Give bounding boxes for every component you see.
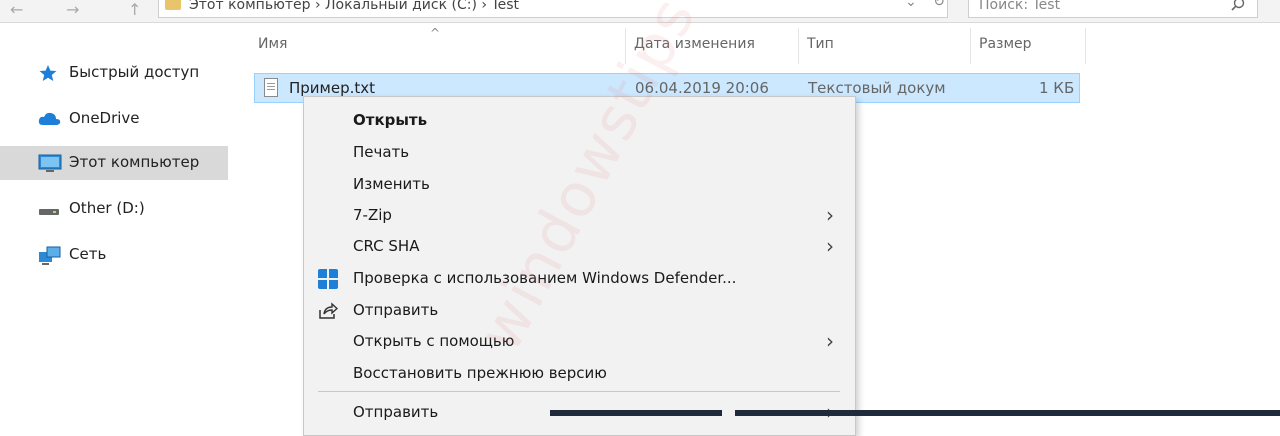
back-button[interactable]: ← (10, 0, 23, 19)
search-input[interactable]: Поиск: Test (968, 0, 1258, 18)
chevron-right-icon: › (826, 203, 834, 227)
column-divider[interactable] (798, 28, 799, 64)
menu-item-print[interactable]: Печать (304, 137, 855, 168)
navigation-pane: Быстрый доступ OneDrive Этот компьютер O… (0, 22, 232, 416)
menu-item-label: Отправить (353, 301, 439, 319)
context-menu: Открыть Печать Изменить 7-Zip › CRC SHA … (303, 96, 856, 436)
menu-item-share[interactable]: Отправить (304, 295, 855, 326)
sort-ascending-icon: ^ (430, 26, 441, 40)
menu-item-crc-sha[interactable]: CRC SHA › (304, 231, 855, 262)
folder-icon (165, 0, 181, 10)
menu-item-label: Отправить (353, 403, 439, 421)
column-divider[interactable] (625, 28, 626, 64)
menu-item-label: Изменить (353, 175, 430, 193)
menu-item-label: CRC SHA (353, 237, 420, 255)
forward-button[interactable]: → (66, 0, 79, 19)
menu-item-label: Восстановить прежнюю версию (353, 364, 607, 382)
menu-item-label: Открыть (353, 111, 428, 129)
file-date: 06.04.2019 20:06 (635, 79, 769, 97)
share-icon (318, 301, 339, 321)
sidebar-item-other-d[interactable]: Other (D:) (0, 192, 228, 226)
menu-item-label: Печать (353, 143, 410, 161)
column-divider[interactable] (970, 28, 971, 64)
sidebar-item-label: Other (D:) (69, 199, 145, 217)
sidebar-item-label: Сеть (69, 245, 107, 263)
menu-item-open[interactable]: Открыть (304, 105, 855, 136)
menu-item-label: Открыть с помощью (353, 332, 515, 350)
chevron-right-icon: › (826, 329, 834, 353)
refresh-icon[interactable]: ↻ (933, 0, 945, 10)
sidebar-item-label: OneDrive (69, 109, 140, 127)
column-header-date[interactable]: Дата изменения (634, 36, 755, 52)
menu-item-open-with[interactable]: Открыть с помощью › (304, 326, 855, 357)
menu-item-edit[interactable]: Изменить (304, 169, 855, 200)
address-path: Этот компьютер › Локальный диск (C:) › T… (189, 0, 519, 13)
address-controls: ⌄ ↻ (905, 0, 945, 10)
menu-item-restore-previous[interactable]: Восстановить прежнюю версию (304, 358, 855, 389)
sidebar-item-this-pc[interactable]: Этот компьютер (0, 146, 228, 180)
menu-separator (318, 391, 840, 392)
chevron-down-icon[interactable]: ⌄ (905, 0, 917, 10)
taskbar-edge (550, 410, 722, 416)
sidebar-item-network[interactable]: Сеть (0, 238, 228, 272)
windows-defender-icon (318, 269, 338, 289)
file-name: Пример.txt (289, 79, 376, 97)
menu-item-label: Проверка с использованием Windows Defend… (353, 269, 737, 287)
menu-item-defender-scan[interactable]: Проверка с использованием Windows Defend… (304, 263, 855, 294)
taskbar-edge (735, 410, 1280, 416)
address-bar[interactable]: Этот компьютер › Локальный диск (C:) › T… (158, 0, 948, 18)
menu-item-7zip[interactable]: 7-Zip › (304, 200, 855, 231)
network-icon (38, 246, 61, 265)
column-divider[interactable] (1085, 28, 1086, 64)
sidebar-item-quick-access[interactable]: Быстрый доступ (0, 56, 228, 90)
column-header-name[interactable]: Имя (258, 36, 287, 52)
column-header-type[interactable]: Тип (807, 36, 834, 52)
chevron-right-icon: › (826, 234, 834, 258)
sidebar-item-label: Этот компьютер (69, 153, 200, 171)
up-button[interactable]: ↑ (128, 0, 141, 19)
column-header-size[interactable]: Размер (979, 36, 1032, 52)
sidebar-item-onedrive[interactable]: OneDrive (0, 102, 228, 136)
address-toolbar: ← → ↑ Этот компьютер › Локальный диск (C… (0, 0, 1280, 23)
search-icon[interactable] (1231, 0, 1245, 15)
text-file-icon (264, 78, 278, 97)
sidebar-item-label: Быстрый доступ (69, 63, 200, 81)
file-size: 1 КБ (1039, 79, 1075, 97)
drive-icon (38, 200, 60, 218)
file-type: Текстовый докум (808, 79, 946, 97)
search-placeholder: Поиск: Test (979, 0, 1061, 13)
computer-icon (38, 154, 62, 172)
menu-item-label: 7-Zip (353, 206, 392, 224)
star-icon (38, 64, 60, 82)
cloud-icon (38, 110, 61, 128)
